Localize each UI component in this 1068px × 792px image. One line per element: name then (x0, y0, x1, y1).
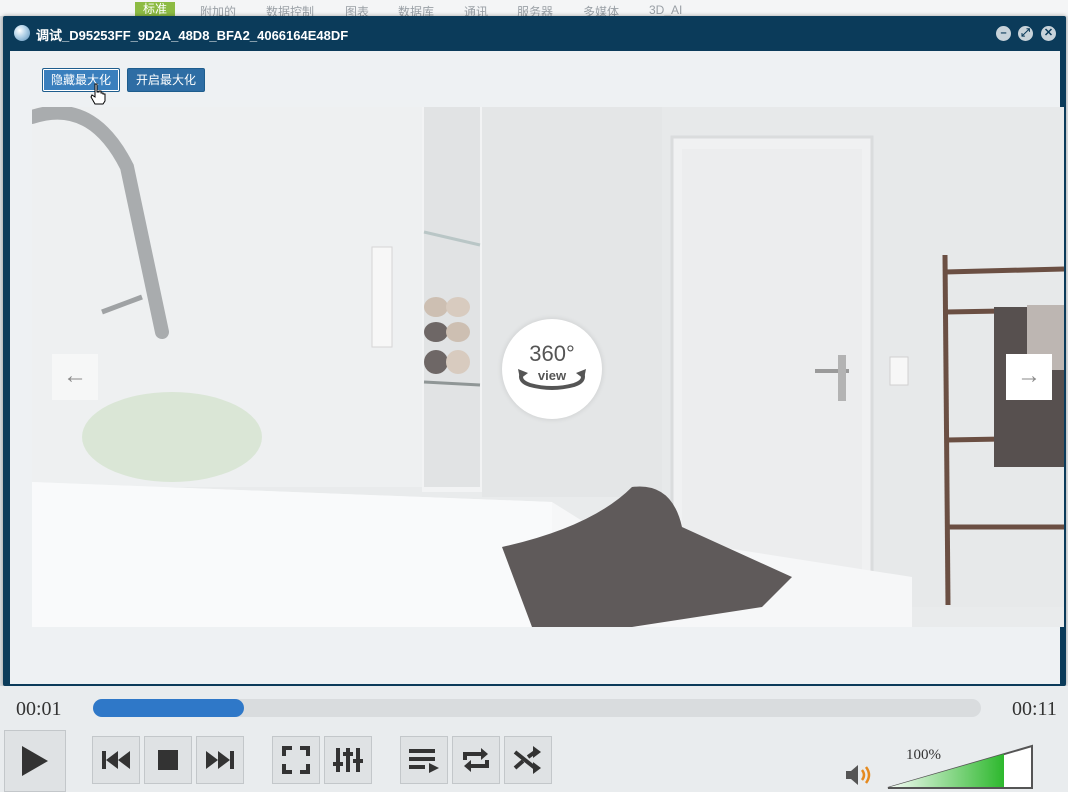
stop-button[interactable] (144, 736, 192, 784)
progress-fill (93, 699, 244, 717)
dialog-title: 调试_D95253FF_9D2A_48D8_BFA2_4066164E48DF (36, 28, 349, 43)
stop-icon (158, 750, 178, 770)
progress-bar[interactable] (93, 699, 981, 717)
repeat-icon (463, 748, 489, 772)
dialog-titlebar[interactable]: 调试_D95253FF_9D2A_48D8_BFA2_4066164E48DF … (3, 16, 1066, 50)
globe-icon (14, 25, 30, 41)
fullscreen-button[interactable] (272, 736, 320, 784)
playlist-icon (409, 749, 439, 773)
shuffle-button[interactable] (504, 736, 552, 784)
close-icon[interactable]: ✕ (1041, 26, 1056, 41)
badge-360-view[interactable]: 360° view (502, 319, 602, 419)
dialog-body: 隐藏最大化 开启最大化 360° view ← → (10, 51, 1064, 684)
hide-maximize-button[interactable]: 隐藏最大化 (42, 68, 121, 92)
repeat-button[interactable] (452, 736, 500, 784)
next-icon (206, 751, 234, 769)
debug-dialog: 调试_D95253FF_9D2A_48D8_BFA2_4066164E48DF … (3, 16, 1066, 686)
arrow-left-icon: ← (63, 362, 87, 389)
media-player-bar: 00:01 00:11 100% (0, 686, 1068, 792)
previous-arrow-button[interactable]: ← (52, 354, 98, 400)
hand-cursor-icon (90, 83, 106, 105)
equalizer-button[interactable] (324, 736, 372, 784)
maximize-icon[interactable]: ⤢ (1018, 26, 1033, 41)
panorama-viewer[interactable]: 360° view ← → (32, 107, 1064, 627)
next-arrow-button[interactable]: → (1006, 354, 1052, 400)
badge-view-label: view (537, 368, 567, 383)
open-maximize-button[interactable]: 开启最大化 (127, 68, 206, 92)
previous-icon (102, 751, 130, 769)
badge-degrees-label: 360° (529, 341, 575, 366)
current-time: 00:01 (16, 698, 62, 720)
speaker-icon[interactable] (844, 764, 874, 786)
equalizer-icon (333, 748, 363, 772)
shuffle-icon (513, 746, 541, 774)
previous-button[interactable] (92, 736, 140, 784)
total-time: 00:11 (1012, 698, 1057, 720)
background-tab-bar: 标准 附加的 数据控制 图表 数据库 通讯 服务器 多媒体 3D_AI (0, 0, 1068, 19)
volume-fill (890, 754, 1004, 787)
bg-tab-standard[interactable]: 标准 (135, 2, 176, 16)
playlist-button[interactable] (400, 736, 448, 784)
next-button[interactable] (196, 736, 244, 784)
fullscreen-icon (282, 746, 310, 774)
play-icon (22, 746, 48, 776)
minimize-icon[interactable]: – (996, 26, 1011, 41)
play-button[interactable] (4, 730, 66, 792)
bg-tab-3d-ai[interactable]: 3D_AI (649, 3, 682, 17)
volume-slider[interactable] (886, 744, 1036, 790)
arrow-right-icon: → (1017, 362, 1041, 389)
